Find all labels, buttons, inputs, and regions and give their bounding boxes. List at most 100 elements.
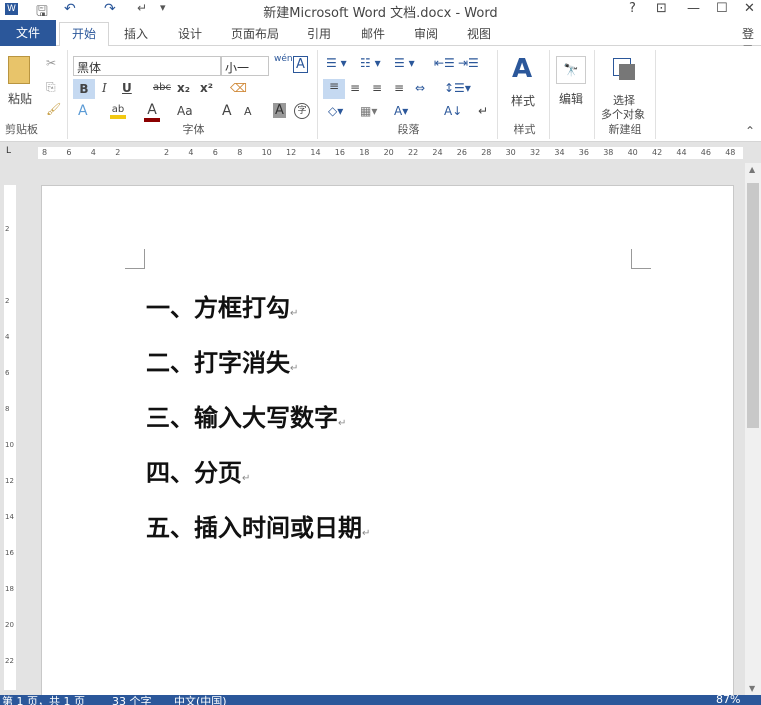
align-right-button[interactable]: ≡ — [372, 81, 382, 95]
subscript-button[interactable]: x₂ — [177, 81, 190, 95]
ruler-tick: 18 — [5, 585, 14, 593]
justify-button[interactable]: ≡ — [394, 81, 404, 95]
help-button[interactable]: ? — [629, 1, 636, 16]
format-painter-icon[interactable]: 🖌 — [46, 102, 61, 116]
scroll-thumb[interactable] — [747, 183, 759, 428]
char-border-button[interactable]: A — [293, 56, 308, 73]
strikethrough-button[interactable]: abc — [153, 82, 171, 93]
page-count[interactable]: 第 1 页，共 1 页 — [2, 695, 85, 705]
bullets-icon[interactable]: ☰ ▾ — [326, 56, 347, 70]
document-paragraph[interactable]: 一、方框打勾↵ — [146, 288, 298, 323]
chinese-layout-icon[interactable]: A▾ — [394, 104, 408, 118]
font-size-select[interactable]: 小一 — [221, 56, 269, 76]
zoom-level[interactable]: 87% — [716, 695, 740, 705]
ruler-tick: 38 — [603, 148, 614, 157]
font-name-select[interactable]: 黑体 — [73, 56, 221, 76]
ruler-tick: 46 — [700, 148, 711, 157]
editing-button[interactable]: 编辑 — [559, 90, 583, 107]
tab-insert[interactable]: 插入 — [124, 25, 148, 42]
vertical-ruler[interactable]: 2 2 4 6 8 10 12 14 16 18 20 22 — [0, 185, 18, 690]
paragraph-mark: ↵ — [290, 308, 299, 319]
char-shading-button[interactable]: A — [273, 103, 286, 118]
numbering-icon[interactable]: ☷ ▾ — [360, 56, 381, 70]
clipboard-group: 粘贴 ✂ ⎘ 🖌 剪贴板 — [0, 50, 68, 139]
shrink-font-button[interactable]: A — [244, 105, 252, 118]
shading-icon[interactable]: ◇▾ — [328, 104, 343, 118]
select-objects-icon — [619, 64, 635, 80]
close-button[interactable]: ✕ — [744, 1, 755, 16]
document-paragraph[interactable]: 五、插入时间或日期↵ — [146, 508, 370, 543]
scroll-down-icon[interactable]: ▼ — [749, 684, 755, 693]
align-center-button[interactable]: ≡ — [350, 81, 360, 95]
paste-button[interactable]: 粘贴 — [8, 90, 32, 107]
multilevel-list-icon[interactable]: ☰ ▾ — [394, 56, 415, 70]
ribbon-tabs: 文件 开始 插入 设计 页面布局 引用 邮件 审阅 视图 登录 — [0, 20, 761, 58]
bold-button[interactable]: B — [73, 79, 95, 99]
tab-references[interactable]: 引用 — [307, 25, 331, 42]
paragraph-group: ☰ ▾ ☷ ▾ ☰ ▾ ⇤☰ ⇥☰ ≡ ≡ ≡ ≡ ⇔ ↕☰▾ ◇▾ ▦▾ A▾… — [320, 50, 498, 139]
ruler-tick: 2 — [5, 297, 10, 305]
document-page[interactable]: 一、方框打勾↵ 二、打字消失↵ 三、输入大写数字↵ 四、分页↵ 五、插入时间或日期↵ — [41, 185, 734, 705]
cut-icon[interactable]: ✂ — [46, 56, 56, 70]
grow-font-button[interactable]: A — [222, 103, 232, 119]
ruler-tick: 8 — [237, 148, 243, 157]
tab-design[interactable]: 设计 — [178, 25, 202, 42]
styles-icon[interactable]: A — [512, 54, 532, 84]
superscript-button[interactable]: x² — [200, 81, 213, 95]
find-icon[interactable]: 🔭 — [556, 56, 586, 84]
underline-button[interactable]: U — [122, 81, 132, 95]
vertical-scrollbar[interactable]: ▲ ▼ — [745, 163, 761, 695]
ruler-tick: 4 — [188, 148, 194, 157]
scroll-up-icon[interactable]: ▲ — [749, 165, 755, 174]
tab-home[interactable]: 开始 — [59, 22, 109, 47]
horizontal-ruler[interactable]: L 8 6 4 2 2 4 6 8 10 12 14 16 18 20 22 24 26 28 30 32 34 36 38… — [0, 143, 761, 163]
font-group: 黑体 小一 wén A B I U abc x₂ x² ⌫ A ab A Aa … — [70, 50, 318, 139]
paragraph-text: 四、分页 — [146, 459, 242, 487]
document-paragraph[interactable]: 四、分页↵ — [146, 453, 250, 488]
ruler-tick: 36 — [578, 148, 589, 157]
status-bar: 第 1 页，共 1 页 33 个字 中文(中国) 87% — [0, 695, 761, 705]
tab-selector-icon[interactable]: L — [6, 146, 11, 156]
copy-icon[interactable]: ⎘ — [46, 80, 56, 95]
increase-indent-icon[interactable]: ⇥☰ — [458, 56, 479, 70]
document-paragraph[interactable]: 二、打字消失↵ — [146, 343, 298, 378]
styles-button[interactable]: 样式 — [511, 92, 535, 109]
ruler-tick: 4 — [5, 333, 10, 341]
paragraph-mark: ↵ — [338, 418, 347, 429]
paragraph-mark: ↵ — [290, 363, 299, 374]
styles-label: 样式 — [513, 123, 536, 136]
font-color-button[interactable]: A — [144, 102, 160, 122]
tab-file[interactable]: 文件 — [0, 20, 56, 46]
show-marks-icon[interactable]: ↵ — [478, 104, 488, 118]
borders-icon[interactable]: ▦▾ — [360, 104, 377, 118]
collapse-ribbon-icon[interactable]: ⌃ — [745, 124, 755, 138]
tab-layout[interactable]: 页面布局 — [231, 25, 279, 42]
align-left-button[interactable]: ≡ — [323, 79, 345, 99]
language[interactable]: 中文(中国) — [174, 695, 227, 705]
distributed-button[interactable]: ⇔ — [415, 81, 425, 95]
paragraph-text: 一、方框打勾 — [146, 294, 290, 322]
document-paragraph[interactable]: 三、输入大写数字↵ — [146, 398, 346, 433]
ruler-tick: 2 — [164, 148, 170, 157]
line-spacing-icon[interactable]: ↕☰▾ — [444, 81, 471, 95]
italic-button[interactable]: I — [102, 81, 107, 95]
tab-review[interactable]: 审阅 — [414, 25, 438, 42]
word-count[interactable]: 33 个字 — [112, 695, 152, 705]
select-objects-line2[interactable]: 多个对象 — [601, 106, 645, 122]
sort-icon[interactable]: A↓ — [444, 104, 462, 118]
ruler-tick: 12 — [286, 148, 297, 157]
phonetic-guide-button[interactable]: wén — [274, 54, 293, 64]
highlight-icon[interactable]: ab — [110, 104, 126, 119]
decrease-indent-icon[interactable]: ⇤☰ — [434, 56, 455, 70]
clipboard-label: 剪贴板 — [5, 123, 38, 136]
enclose-char-button[interactable]: 字 — [294, 103, 310, 119]
tab-view[interactable]: 视图 — [467, 25, 491, 42]
ribbon-display-button[interactable]: ⊡ — [656, 1, 667, 16]
tab-mailings[interactable]: 邮件 — [361, 25, 385, 42]
minimize-button[interactable]: — — [687, 1, 700, 16]
change-case-button[interactable]: Aa — [177, 104, 193, 118]
text-effects-button[interactable]: A — [78, 103, 88, 119]
maximize-button[interactable]: ☐ — [716, 1, 728, 16]
clear-formatting-icon[interactable]: ⌫ — [230, 81, 247, 95]
paste-icon[interactable] — [8, 56, 30, 84]
